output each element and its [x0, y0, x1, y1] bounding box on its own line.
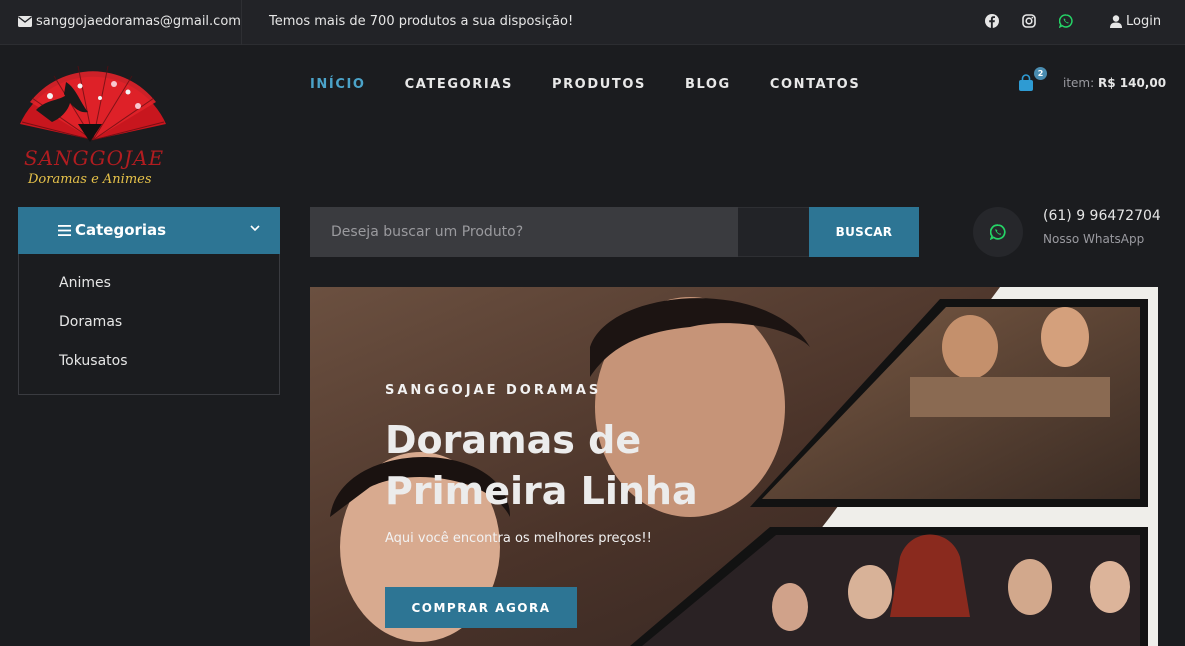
nav-item-produtos[interactable]: PRODUTOS: [552, 77, 646, 92]
social-links: [985, 14, 1073, 28]
hero-title: Doramas de Primeira Linha: [385, 418, 698, 513]
categories-title: Categorias: [75, 221, 167, 239]
instagram-icon[interactable]: [1022, 14, 1036, 28]
search-category-select[interactable]: [738, 207, 809, 257]
facebook-icon[interactable]: [985, 14, 999, 28]
category-item-animes[interactable]: Animes: [59, 275, 111, 291]
envelope-icon: [18, 16, 32, 27]
shopping-bag-icon: [1019, 74, 1033, 91]
whatsapp-icon[interactable]: [1059, 14, 1073, 28]
logo-tagline: Doramas e Animes: [27, 172, 152, 187]
nav-item-contatos[interactable]: CONTATOS: [770, 77, 860, 92]
search-bar: BUSCAR: [310, 207, 919, 257]
search-button[interactable]: BUSCAR: [809, 207, 919, 257]
hero-subtitle: Aqui você encontra os melhores preços!!: [385, 531, 652, 546]
hero-kicker: SANGGOJAE DORAMAS: [385, 383, 602, 398]
contact-email-text: sanggojaedoramas@gmail.com: [36, 14, 241, 29]
whatsapp-phone[interactable]: (61) 9 96472704: [1043, 208, 1161, 224]
whatsapp-contact-button[interactable]: [973, 207, 1023, 257]
cart-button[interactable]: 2: [1018, 67, 1048, 94]
category-item-tokusatos[interactable]: Tokusatos: [59, 353, 128, 369]
whatsapp-label: Nosso WhatsApp: [1043, 232, 1145, 246]
login-link[interactable]: Login: [1110, 14, 1161, 29]
cart-count-badge: 2: [1034, 67, 1047, 80]
user-icon: [1110, 15, 1122, 28]
top-bar: sanggojaedoramas@gmail.com Temos mais de…: [0, 0, 1185, 45]
main-nav: INÍCIO CATEGORIAS PRODUTOS BLOG CONTATOS: [310, 77, 860, 92]
search-input[interactable]: [310, 207, 738, 257]
category-item-doramas[interactable]: Doramas: [59, 314, 122, 330]
buy-now-button[interactable]: COMPRAR AGORA: [385, 587, 577, 628]
categories-dropdown[interactable]: Categorias: [18, 207, 280, 254]
menu-icon: [58, 224, 71, 236]
contact-email[interactable]: sanggojaedoramas@gmail.com: [18, 14, 241, 29]
promo-text: Temos mais de 700 produtos a sua disposi…: [269, 14, 574, 29]
nav-item-categorias[interactable]: CATEGORIAS: [405, 77, 513, 92]
site-logo[interactable]: SANGGOJAE Doramas e Animes: [18, 62, 168, 190]
login-label: Login: [1126, 14, 1162, 29]
categories-list: Animes Doramas Tokusatos: [18, 254, 280, 395]
topbar-divider: [241, 0, 242, 45]
whatsapp-icon: [990, 224, 1006, 240]
cart-total-value: R$ 140,00: [1097, 76, 1167, 90]
nav-item-inicio[interactable]: INÍCIO: [310, 77, 366, 92]
cart-total-prefix: item:: [1063, 76, 1095, 90]
nav-item-blog[interactable]: BLOG: [685, 77, 731, 92]
chevron-down-icon: [250, 225, 260, 232]
logo-wordmark: SANGGOJAE: [24, 146, 164, 170]
hero-banner: SANGGOJAE DORAMAS Doramas de Primeira Li…: [310, 287, 1158, 646]
cart-total: item: R$ 140,00: [1063, 76, 1166, 90]
